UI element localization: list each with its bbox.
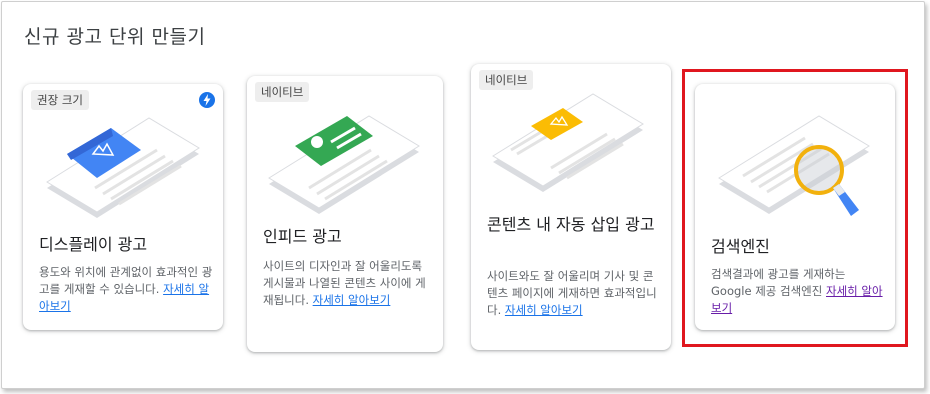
card-display-ad[interactable]: 권장 크기 디스플레이 광고 용도와 위치에 관계없이 효과적인 광고를 게재할… — [23, 84, 223, 330]
display-ad-illustration — [46, 117, 200, 218]
page-title: 신규 광고 단위 만들기 — [24, 26, 206, 48]
card-description: 사이트의 디자인과 잘 어울리도록 게시물과 나열된 콘텐츠 사이에 게재됩니다… — [263, 258, 433, 309]
card-inarticle-ad[interactable]: 네이티브 콘텐츠 내 자동 삽입 광고 사이트와도 잘 어울리며 기사 및 콘텐… — [471, 64, 671, 350]
highlight-box — [682, 69, 908, 347]
learn-more-link[interactable]: 자세히 알아보기 — [505, 303, 583, 317]
card-title: 디스플레이 광고 — [39, 235, 148, 254]
inarticle-ad-illustration — [492, 93, 644, 192]
card-title-text: 콘텐츠 내 자동 삽입 광고 — [487, 215, 655, 234]
card-description: 용도와 위치에 관계없이 효과적인 광고를 게재할 수 있습니다. 자세히 알아… — [39, 264, 217, 315]
card-title: 콘텐츠 내 자동 삽입 광고 — [487, 212, 663, 238]
card-description: 사이트와도 잘 어울리며 기사 및 콘텐츠 페이지에 게재하면 효과적입니다. … — [487, 268, 659, 319]
card-title: 인피드 광고 — [263, 227, 342, 246]
infeed-ad-illustration — [268, 115, 420, 214]
learn-more-link[interactable]: 자세히 알아보기 — [313, 293, 391, 307]
card-infeed-ad[interactable]: 네이티브 인피드 광고 사이트의 디자인과 잘 어울리도록 게시물과 나열된 콘… — [247, 76, 443, 352]
